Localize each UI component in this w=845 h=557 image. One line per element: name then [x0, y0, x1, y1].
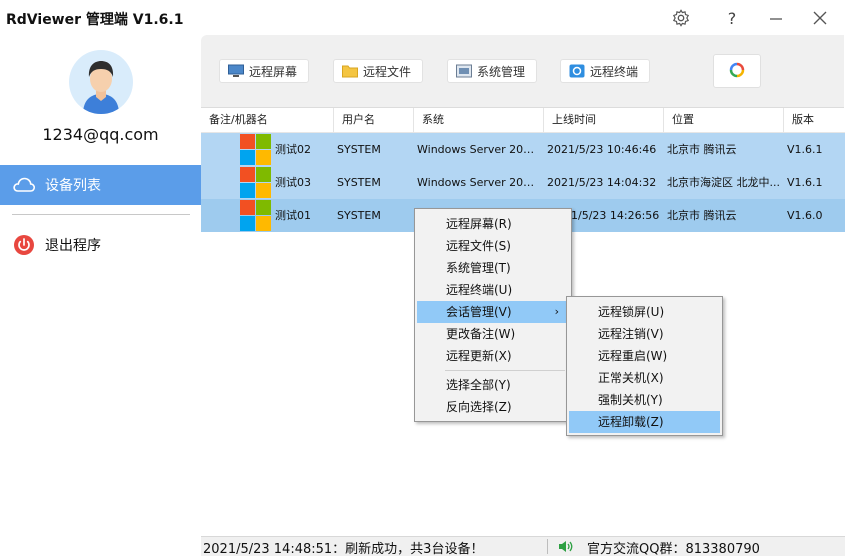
column-header-name[interactable]: 备注/机器名: [201, 108, 334, 132]
minimize-icon[interactable]: [763, 5, 789, 31]
menu-item-session-manage[interactable]: 会话管理(V) ›: [417, 301, 567, 323]
system-icon: [456, 64, 472, 78]
table-row[interactable]: 测试02 SYSTEM Windows Server 2012 ... 2021…: [201, 133, 845, 166]
remote-file-button[interactable]: 远程文件: [333, 59, 423, 83]
cell-location: 北京市海淀区 北龙中...: [667, 176, 780, 189]
status-divider: [547, 539, 548, 554]
submenu-item-force-shutdown[interactable]: 强制关机(Y): [569, 389, 720, 411]
avatar: [69, 50, 133, 114]
cell-time: 2021/5/23 10:46:46: [547, 143, 657, 156]
remote-terminal-button[interactable]: 远程终端: [560, 59, 650, 83]
sidebar-item-exit[interactable]: 退出程序: [0, 225, 201, 265]
column-header-location[interactable]: 位置: [664, 108, 784, 132]
system-manage-button[interactable]: 系统管理: [447, 59, 537, 83]
submenu-item-remote-restart[interactable]: 远程重启(W): [569, 345, 720, 367]
menu-item-invert-selection[interactable]: 反向选择(Z): [417, 396, 567, 418]
cell-user: SYSTEM: [337, 143, 381, 156]
submenu-arrow-icon: ›: [554, 305, 559, 318]
button-label: 远程屏幕: [249, 64, 298, 79]
sidebar-divider: [12, 214, 190, 215]
menu-separator: [445, 370, 565, 371]
sidebar-item-device-list[interactable]: 设备列表: [0, 165, 201, 205]
submenu-item-remote-uninstall[interactable]: 远程卸载(Z): [569, 411, 720, 433]
cell-location: 北京市 腾讯云: [667, 209, 737, 222]
cell-user: SYSTEM: [337, 176, 381, 189]
cell-version: V1.6.1: [787, 176, 823, 189]
toolbar: 远程屏幕 远程文件 系统管理 远程终端: [201, 35, 844, 108]
qq-group-text: 官方交流QQ群：813380790: [587, 542, 760, 557]
menu-item-system-manage[interactable]: 系统管理(T): [417, 257, 567, 279]
cell-name: 测试01: [275, 209, 311, 222]
power-icon: [12, 233, 36, 257]
context-menu: 远程屏幕(R) 远程文件(S) 系统管理(T) 远程终端(U) 会话管理(V) …: [414, 208, 572, 422]
refresh-icon: [729, 62, 745, 81]
remote-screen-button[interactable]: 远程屏幕: [219, 59, 309, 83]
column-header-user[interactable]: 用户名: [334, 108, 414, 132]
terminal-icon: [569, 64, 585, 78]
menu-item-label: 会话管理(V): [446, 305, 512, 319]
menu-item-change-note[interactable]: 更改备注(W): [417, 323, 567, 345]
folder-icon: [342, 64, 358, 78]
cell-user: SYSTEM: [337, 209, 381, 222]
settings-gear-icon[interactable]: [668, 5, 694, 31]
menu-item-remote-screen[interactable]: 远程屏幕(R): [417, 213, 567, 235]
cloud-icon: [12, 173, 36, 197]
account-email: 1234@qq.com: [42, 125, 159, 144]
column-header-version[interactable]: 版本: [784, 108, 845, 132]
sidebar-item-label: 设备列表: [45, 178, 101, 194]
help-icon[interactable]: ?: [719, 5, 745, 31]
button-label: 系统管理: [477, 64, 526, 79]
cell-version: V1.6.1: [787, 143, 823, 156]
menu-item-select-all[interactable]: 选择全部(Y): [417, 374, 567, 396]
submenu-item-normal-shutdown[interactable]: 正常关机(X): [569, 367, 720, 389]
column-header-os[interactable]: 系统: [414, 108, 544, 132]
sidebar: 1234@qq.com 设备列表 退出程序: [0, 35, 201, 555]
menu-item-remote-terminal[interactable]: 远程终端(U): [417, 279, 567, 301]
status-bar: 2021/5/23 14:48:51：刷新成功，共3台设备！ 官方交流QQ群：8…: [201, 536, 845, 557]
windows-logo-icon: [240, 134, 271, 165]
status-message: 2021/5/23 14:48:51：刷新成功，共3台设备！: [203, 542, 484, 557]
window-title: RdViewer 管理端 V1.6.1: [6, 12, 184, 28]
windows-logo-icon: [240, 167, 271, 198]
cell-os: Windows Server 2016 ...: [417, 176, 541, 189]
speaker-icon: [558, 540, 574, 557]
session-submenu: 远程锁屏(U) 远程注销(V) 远程重启(W) 正常关机(X) 强制关机(Y) …: [566, 296, 723, 436]
cell-version: V1.6.0: [787, 209, 823, 222]
menu-item-remote-update[interactable]: 远程更新(X): [417, 345, 567, 367]
refresh-button[interactable]: [713, 54, 761, 88]
monitor-icon: [228, 64, 244, 78]
submenu-item-remote-lock[interactable]: 远程锁屏(U): [569, 301, 720, 323]
cell-name: 测试03: [275, 176, 311, 189]
button-label: 远程文件: [363, 64, 412, 79]
cell-name: 测试02: [275, 143, 311, 156]
cell-location: 北京市 腾讯云: [667, 143, 737, 156]
windows-logo-icon: [240, 200, 271, 231]
submenu-item-remote-logoff[interactable]: 远程注销(V): [569, 323, 720, 345]
table-row[interactable]: 测试03 SYSTEM Windows Server 2016 ... 2021…: [201, 166, 845, 199]
cell-time: 1/5/23 14:26:56: [571, 209, 660, 222]
sidebar-item-label: 退出程序: [45, 238, 101, 254]
column-header-online-time[interactable]: 上线时间: [544, 108, 664, 132]
title-bar: RdViewer 管理端 V1.6.1 ?: [0, 0, 845, 35]
close-icon[interactable]: [807, 5, 833, 31]
cell-os: Windows Server 2012 ...: [417, 143, 541, 156]
cell-time: 2021/5/23 14:04:32: [547, 176, 657, 189]
menu-item-remote-file[interactable]: 远程文件(S): [417, 235, 567, 257]
table-header: 备注/机器名 用户名 系统 上线时间 位置 版本: [201, 108, 845, 133]
button-label: 远程终端: [590, 64, 639, 79]
